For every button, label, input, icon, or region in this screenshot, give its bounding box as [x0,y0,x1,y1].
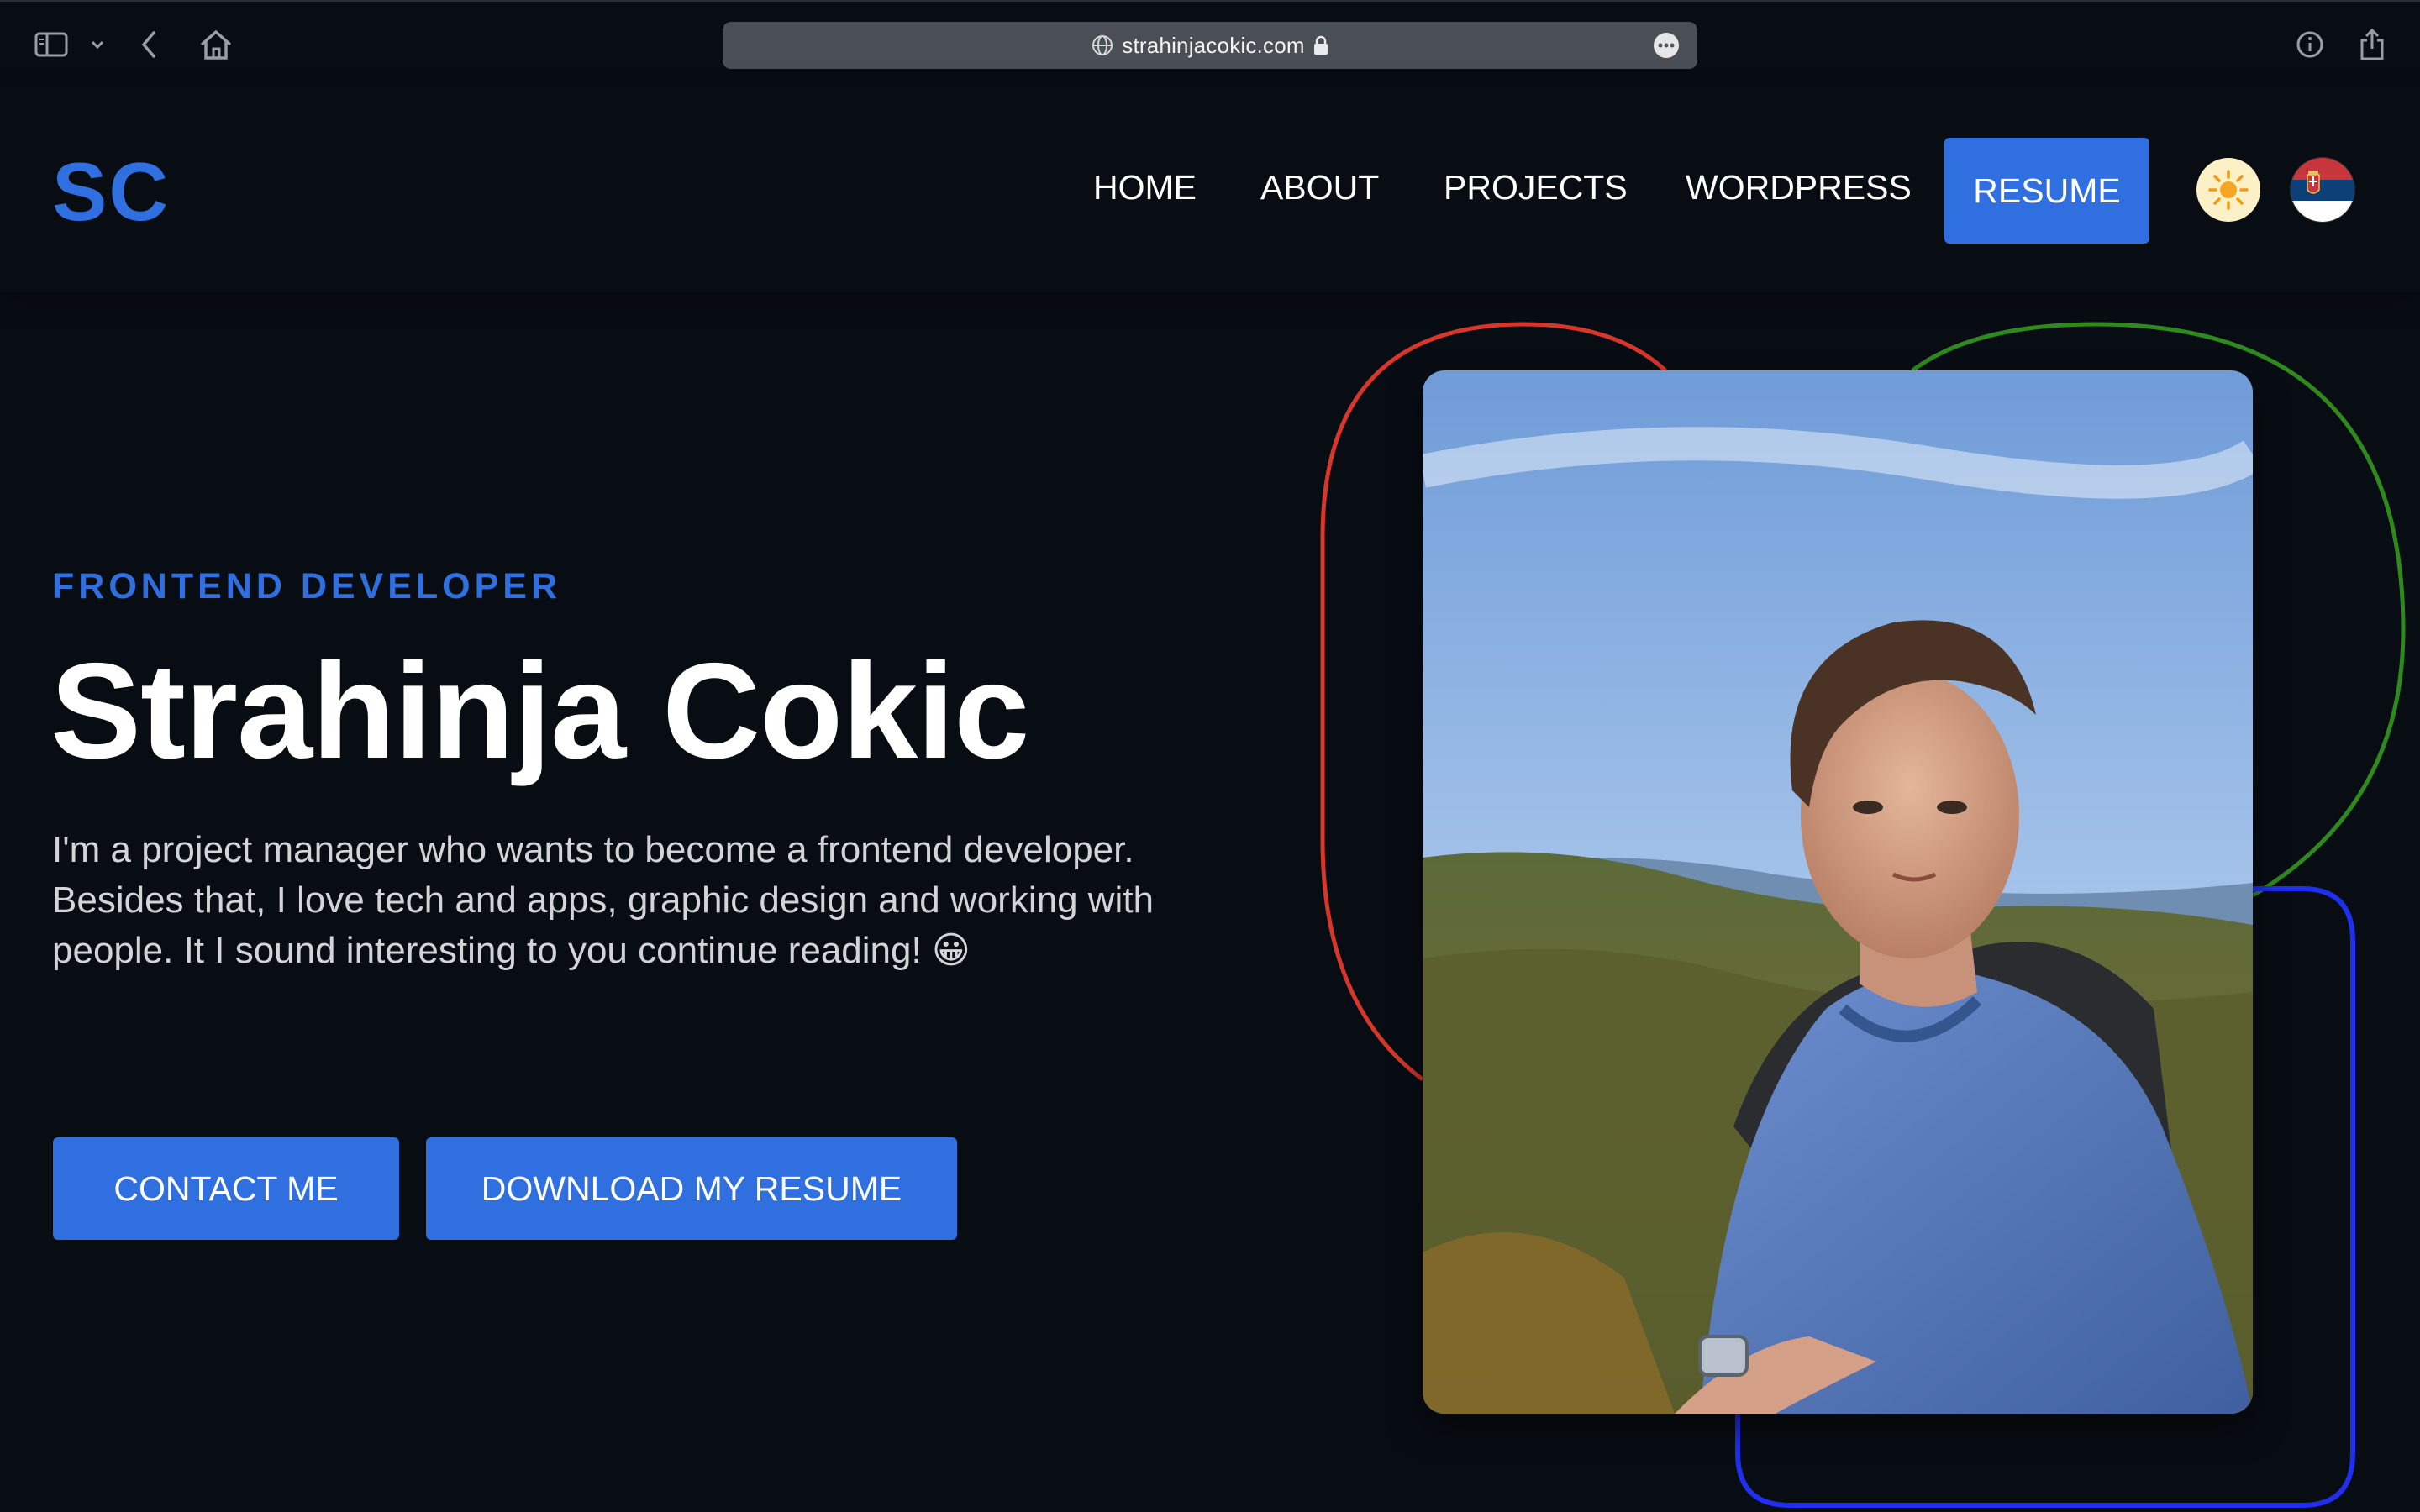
sun-icon [2208,170,2249,210]
hero-eyebrow: FRONTEND DEVELOPER [52,566,562,606]
browser-toolbar: strahinjacokic.com [0,0,2420,87]
lock-icon [1313,35,1328,55]
nav-about-link[interactable]: ABOUT [1260,168,1379,207]
url-text: strahinjacokic.com [1122,32,1305,58]
info-icon [2296,31,2323,58]
hero-name: Strahinja Cokic [50,635,1029,787]
download-resume-button[interactable]: DOWNLOAD MY RESUME [426,1137,957,1240]
sidebar-icon [34,32,68,57]
address-bar[interactable]: strahinjacokic.com [723,22,1697,69]
nav-home-link[interactable]: HOME [1093,168,1197,207]
chevron-down-icon [91,40,104,50]
sidebar-menu-button[interactable] [87,25,108,64]
home-icon [200,30,232,60]
share-button[interactable] [2353,25,2391,64]
globe-icon [1092,35,1113,55]
more-icon [1658,43,1675,48]
serbian-flag-icon [2291,158,2354,222]
home-button[interactable] [197,25,235,64]
sidebar-toggle-button[interactable] [32,25,71,64]
resume-nav-button[interactable]: RESUME [1944,138,2149,244]
site-logo[interactable]: SC [52,144,170,239]
nav-wordpress-link[interactable]: WORDPRESS [1686,168,1912,207]
back-button[interactable] [134,25,163,64]
theme-toggle-button[interactable] [2196,158,2260,222]
page-menu-button[interactable] [1654,33,1679,58]
browser-window: strahinjacokic.com SC HOME ABOUT PROJECT… [0,0,2420,1512]
language-switch-button[interactable] [2291,158,2354,222]
back-arrow-icon [141,31,155,58]
hero-description: I'm a project manager who wants to becom… [52,829,1155,971]
contact-me-button[interactable]: CONTACT ME [53,1137,399,1240]
profile-photo [1423,370,2253,1414]
nav-projects-link[interactable]: PROJECTS [1444,168,1628,207]
page-info-button[interactable] [2291,25,2329,64]
share-icon [2360,28,2384,60]
